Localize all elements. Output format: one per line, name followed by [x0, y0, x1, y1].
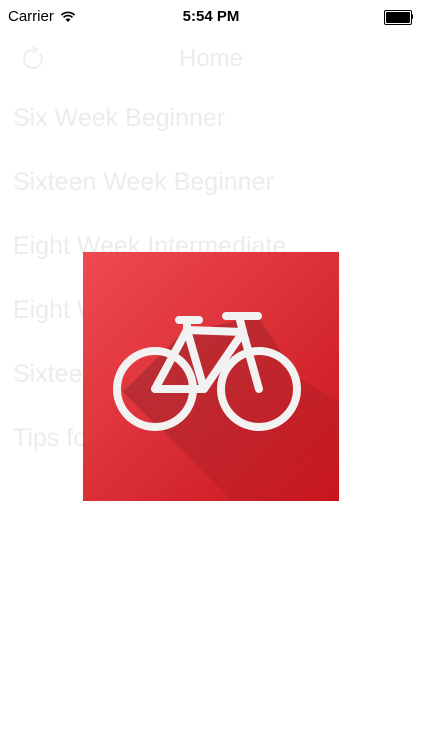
- list-item-label: Six Week Beginner: [13, 103, 226, 132]
- status-time: 5:54 PM: [182, 8, 240, 25]
- status-bar: Carrier 5:54 PM: [0, 0, 422, 34]
- battery-fill: [386, 12, 410, 23]
- list-item-label: Sixteen Week Beginner: [13, 167, 274, 196]
- navigation-bar: Home: [0, 34, 422, 84]
- bicycle-icon: [83, 252, 339, 501]
- list-item-six-week-beginner[interactable]: Six Week Beginner: [0, 86, 422, 150]
- app-logo: [83, 252, 339, 501]
- list-item-sixteen-week-beginner[interactable]: Sixteen Week Beginner: [0, 150, 422, 214]
- battery-icon: [384, 10, 414, 25]
- page-title: Home: [178, 45, 244, 72]
